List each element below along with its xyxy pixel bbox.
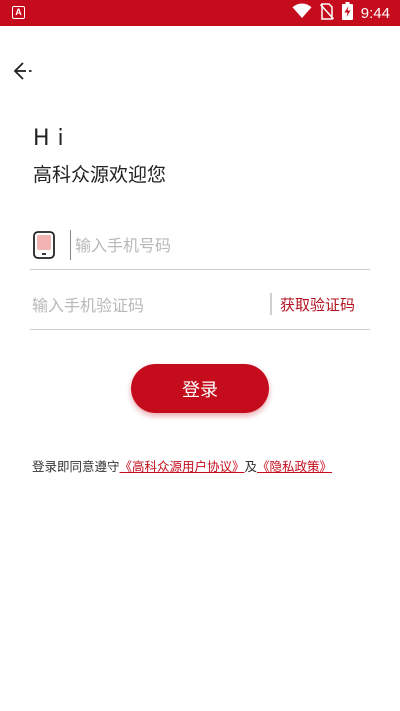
phone-icon xyxy=(33,231,55,259)
agreement-text: 登录即同意遵守《高科众源用户协议》及《隐私政策》 xyxy=(32,456,332,475)
status-icons: 9:44 xyxy=(292,2,390,24)
status-bar: A 9:44 xyxy=(0,0,400,26)
agreement-conjunction: 及 xyxy=(244,459,258,474)
agreement-prefix: 登录即同意遵守 xyxy=(32,459,120,474)
user-agreement-link[interactable]: 《高科众源用户协议》 xyxy=(120,459,245,474)
app-notification-icon: A xyxy=(12,6,25,19)
back-arrow-icon xyxy=(12,61,36,85)
code-divider xyxy=(270,293,272,315)
battery-charging-icon xyxy=(341,2,353,24)
privacy-policy-link[interactable]: 《隐私政策》 xyxy=(257,459,332,474)
phone-input[interactable] xyxy=(70,230,360,260)
wifi-icon xyxy=(292,3,312,23)
status-time: 9:44 xyxy=(360,4,390,22)
code-input[interactable] xyxy=(32,290,262,320)
back-button[interactable] xyxy=(10,60,38,86)
no-sim-icon xyxy=(319,2,334,24)
greeting-welcome: 高科众源欢迎您 xyxy=(33,164,167,186)
greeting-hi: Hi xyxy=(33,126,72,151)
login-button[interactable]: 登录 xyxy=(131,364,269,413)
phone-field-row xyxy=(30,222,370,270)
get-code-button[interactable]: 获取验证码 xyxy=(280,294,355,315)
code-field-row: 获取验证码 xyxy=(30,282,370,330)
